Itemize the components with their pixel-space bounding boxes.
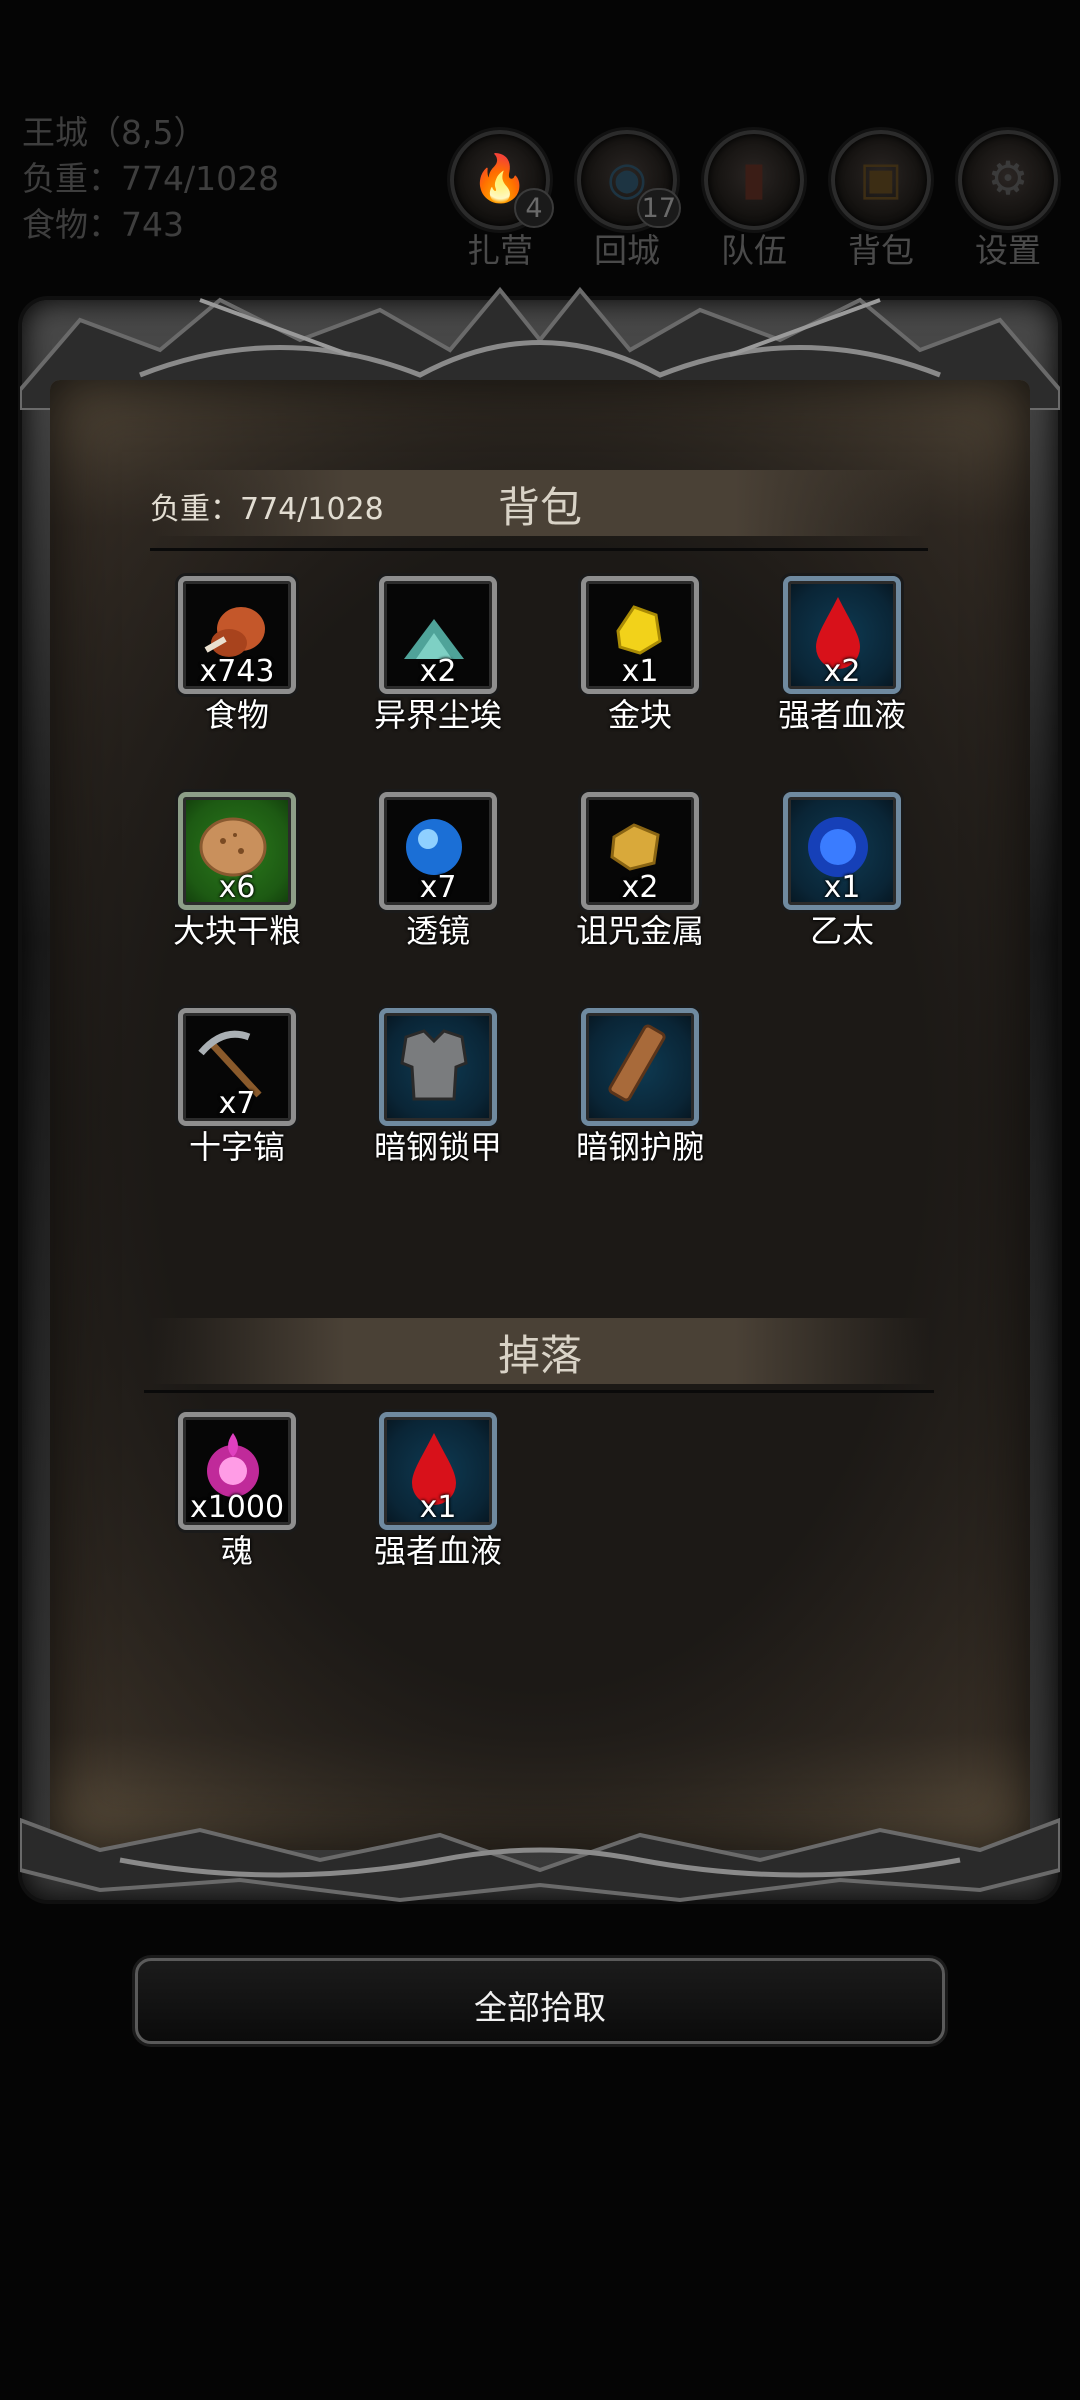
item-quantity: x2 (621, 870, 659, 905)
item-quantity: x1000 (189, 1490, 285, 1525)
team-label: 队伍 (721, 231, 787, 270)
location-label: 王城（8,5） (22, 113, 207, 152)
team-button[interactable]: ▮ 队伍 (704, 130, 804, 272)
item-name: 强者血液 (777, 696, 906, 734)
camp-button[interactable]: 🔥 4 扎营 (450, 130, 554, 272)
backpack-item-cursed-metal[interactable]: x2 诅咒金属 (540, 792, 740, 952)
drops-divider (144, 1390, 934, 1393)
item-name: 乙太 (809, 912, 874, 950)
settings-label: 设置 (975, 231, 1041, 270)
item-quantity: x2 (419, 654, 457, 689)
status-panel: 王城（8,5） 负重：774/1028 食物：743 (22, 110, 279, 248)
item-quantity: x6 (218, 870, 256, 905)
gear-icon: ⚙ (987, 151, 1029, 205)
item-name: 魂 (220, 1532, 253, 1570)
bracer-icon (608, 1024, 666, 1102)
drop-item-soul[interactable]: x1000 魂 (137, 1412, 337, 1572)
item-name: 强者血液 (373, 1532, 502, 1570)
item-name: 金块 (607, 696, 672, 734)
backpack-item-chainmail[interactable]: 暗钢锁甲 (338, 1008, 538, 1168)
frame-bottom-ornament (20, 1817, 1060, 1903)
item-name: 透镜 (405, 912, 470, 950)
backpack-label: 背包 (848, 231, 914, 270)
item-quantity: x1 (621, 654, 659, 689)
backpack-item-lens[interactable]: x7 透镜 (338, 792, 538, 952)
item-name: 食物 (204, 696, 269, 734)
settings-button[interactable]: ⚙ 设置 (958, 130, 1058, 272)
backpack-divider (150, 548, 928, 551)
load-label: 负重：774/1028 (22, 159, 280, 198)
backpack-icon: ▣ (859, 151, 903, 205)
drops-section-header: 掉落 (150, 1318, 930, 1384)
return-city-button[interactable]: ◉ 17 回城 (577, 130, 681, 272)
backpack-item-bracer[interactable]: 暗钢护腕 (540, 1008, 740, 1168)
backpack-item-dust[interactable]: x2 异界尘埃 (338, 576, 538, 736)
item-quantity: x2 (823, 654, 861, 689)
item-quantity: x7 (218, 1086, 256, 1121)
pick-all-label: 全部拾取 (474, 1988, 606, 2027)
item-name: 诅咒金属 (575, 912, 704, 950)
backpack-section-header: 负重：774/1028 背包 (150, 470, 930, 536)
camp-badge: 4 (514, 188, 554, 228)
item-name: 大块干粮 (172, 912, 301, 950)
item-quantity: x1 (419, 1490, 457, 1525)
item-quantity: x743 (199, 654, 275, 689)
item-name: 暗钢护腕 (575, 1128, 704, 1166)
item-quantity: x1 (823, 870, 861, 905)
pick-all-button[interactable]: 全部拾取 (135, 1958, 945, 2044)
backpack-item-food[interactable]: x743 食物 (137, 576, 337, 736)
food-label: 食物：743 (22, 205, 184, 244)
item-quantity: x7 (419, 870, 457, 905)
backpack-item-blood[interactable]: x2 强者血液 (742, 576, 942, 736)
camp-label: 扎营 (467, 231, 533, 270)
drop-item-blood[interactable]: x1 强者血液 (338, 1412, 538, 1572)
backpack-item-gold[interactable]: x1 金块 (540, 576, 740, 736)
backpack-button[interactable]: ▣ 背包 (831, 130, 931, 272)
item-name: 异界尘埃 (373, 696, 502, 734)
chainmail-icon (400, 1029, 468, 1101)
backpack-item-pickaxe[interactable]: x7 十字镐 (137, 1008, 337, 1168)
drops-title: 掉落 (497, 1331, 582, 1380)
backpack-title: 背包 (497, 483, 582, 532)
item-name: 十字镐 (188, 1128, 285, 1166)
backpack-item-ether[interactable]: x1 乙太 (742, 792, 942, 952)
item-name: 暗钢锁甲 (373, 1128, 502, 1166)
return-city-badge: 17 (636, 188, 681, 228)
team-icon: ▮ (741, 151, 767, 205)
return-city-label: 回城 (594, 231, 660, 270)
backpack-item-ration[interactable]: x6 大块干粮 (137, 792, 337, 952)
